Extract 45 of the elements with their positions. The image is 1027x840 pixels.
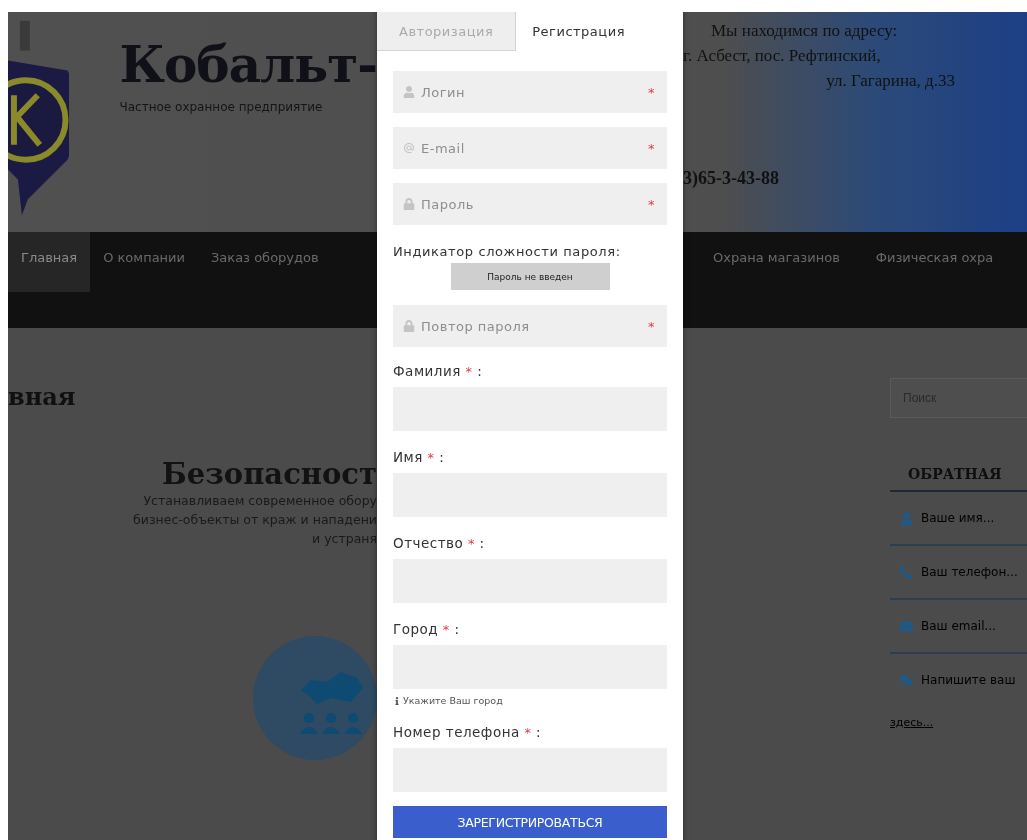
at-sign-icon [403,142,415,154]
lock-icon [403,320,415,332]
envelope-icon [900,619,913,633]
field-label: Индикатор сложности пароля: [393,244,622,259]
nav-link[interactable]: О компании [90,232,198,292]
field-hint: Укажите Ваш город [403,695,503,706]
tab[interactable]: Авторизация [377,12,517,51]
register-button[interactable]: ЗАРЕГИСТРИРОВАТЬСЯ [393,806,667,838]
hero-title: Безопасност [161,457,377,491]
user-icon [403,86,415,98]
address-line: Мы находимся по адресу: [710,20,899,42]
site-title: Кобальт- [119,40,377,90]
required-asterisk: * [648,318,655,334]
site-subtitle: Частное охранное предприятие [119,100,324,114]
feedback-heading: ОБРАТНАЯ [890,466,1027,492]
phone-icon [900,565,913,579]
field-label: Фамилия * : [393,363,484,379]
required-asterisk: * [648,140,655,156]
input-field[interactable]: Ваш email... [890,600,1027,654]
lock-icon [403,198,415,210]
nav-link[interactable]: Заказ оборудов [198,232,332,292]
nav-link[interactable]: Охрана магазинов [700,232,853,292]
phone-number: 3)65-3-43-88 [683,168,780,189]
password-strength-meter: Пароль не введен [450,263,610,290]
field-label: Отчество * : [393,535,486,551]
field-label: Имя * : [393,449,446,465]
input-field[interactable]: Ваше имя... [890,492,1027,546]
message-hint: здесь... [890,716,934,729]
input-field[interactable]: Напишите ваш [890,654,1027,706]
field-label: Город * : [393,621,461,637]
required-asterisk: * [648,196,655,212]
user-icon [900,511,913,525]
input-field[interactable]: Пароль * [393,183,667,225]
input-field[interactable]: Ваш телефон... [890,546,1027,600]
required-asterisk: * [648,84,655,100]
address-line: ул. Гагарина, д.33 [825,70,955,92]
nav-link[interactable]: Главная [8,232,91,292]
page-heading: вная [8,382,77,411]
info-icon [393,696,401,705]
field-label: Номер телефона * : [393,724,543,740]
input-field[interactable]: Повтор пароля * [393,305,667,347]
input-field[interactable]: Логин * [393,71,667,113]
nav-link[interactable]: Физическая охра [862,232,1007,292]
input-field[interactable]: E-mail * [393,127,667,169]
speech-bubble-icon [900,673,913,687]
